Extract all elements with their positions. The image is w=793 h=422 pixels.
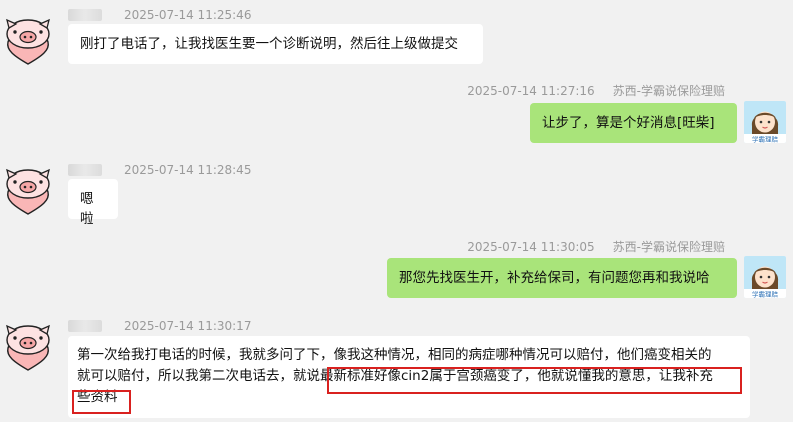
message-line: 就可以赔付，所以我第二次电话去，就说最新标准好像cin2属于宫颈癌变了，他就说懂… (77, 366, 741, 387)
message-timestamp: 2025-07-14 11:27:16 (467, 84, 595, 98)
agent-avatar[interactable]: 学霸理赔 (744, 256, 786, 298)
message-text: 就可以赔付，所以我第二次电话去，就说 (77, 368, 320, 384)
message-bubble[interactable]: 刚打了电话了，让我找医生要一个诊断说明，然后往上级做提交 (68, 24, 483, 64)
agent-avatar[interactable]: 学霸理赔 (744, 101, 786, 143)
message-meta: 2025-07-14 11:25:46 (68, 7, 251, 23)
blurred-sender-name (68, 9, 102, 21)
message-text: 第一次给我打电话的时候，我就多问了下，像我这种情况，相同的病症哪种情况可以赔付，… (77, 347, 712, 363)
message-meta: 2025-07-14 11:30:17 (68, 318, 251, 334)
agent-avatar-icon: 学霸理赔 (744, 101, 786, 143)
message-line: 些资料 (77, 387, 741, 408)
contact-avatar-pig-heart[interactable] (2, 168, 54, 216)
agent-avatar-icon: 学霸理赔 (744, 256, 786, 298)
message-timestamp: 2025-07-14 11:28:45 (124, 163, 252, 177)
message-bubble[interactable]: 嗯啦 (68, 179, 118, 227)
message-line: 第一次给我打电话的时候，我就多问了下，像我这种情况，相同的病症哪种情况可以赔付，… (77, 345, 741, 366)
pig-heart-icon (6, 168, 50, 215)
message-bubble[interactable]: 第一次给我打电话的时候，我就多问了下，像我这种情况，相同的病症哪种情况可以赔付，… (68, 336, 750, 418)
pig-heart-icon (6, 324, 50, 371)
highlighted-text: 些资料 (77, 389, 118, 405)
message-bubble[interactable]: 那您先找医生开，补充给保司，有问题您再和我说哈 (387, 258, 737, 298)
message-sender: 苏西-学霸说保险理赔 (612, 84, 725, 98)
highlighted-text: 最新标准好像cin2属于宫颈癌变了，他就说懂我的意思，让我补充 (320, 368, 713, 384)
agent-avatar-caption: 学霸理赔 (752, 290, 779, 299)
message-timestamp: 2025-07-14 11:25:46 (124, 8, 252, 22)
message-sender: 苏西-学霸说保险理赔 (612, 240, 725, 254)
message-meta: 2025-07-14 11:27:16 苏西-学霸说保险理赔 (467, 83, 725, 99)
message-timestamp: 2025-07-14 11:30:05 (467, 240, 595, 254)
message-timestamp: 2025-07-14 11:30:17 (124, 319, 252, 333)
contact-avatar-pig-heart[interactable] (2, 18, 54, 66)
agent-avatar-caption: 学霸理赔 (752, 135, 779, 144)
message-text: 让步了，算是个好消息[旺柴] (542, 115, 715, 131)
message-bubble[interactable]: 让步了，算是个好消息[旺柴] (530, 103, 737, 143)
chat-history: 2025-07-14 11:25:46 刚打了电话了，让我找医生要一个诊断说明，… (0, 0, 793, 422)
contact-avatar-pig-heart[interactable] (2, 324, 54, 372)
message-text: 嗯啦 (80, 191, 94, 227)
message-meta: 2025-07-14 11:30:05 苏西-学霸说保险理赔 (467, 239, 725, 255)
message-text: 那您先找医生开，补充给保司，有问题您再和我说哈 (399, 270, 710, 286)
blurred-sender-name (68, 320, 102, 332)
blurred-sender-name (68, 164, 102, 176)
message-meta: 2025-07-14 11:28:45 (68, 162, 251, 178)
pig-heart-icon (6, 18, 50, 65)
message-text: 刚打了电话了，让我找医生要一个诊断说明，然后往上级做提交 (80, 36, 458, 52)
